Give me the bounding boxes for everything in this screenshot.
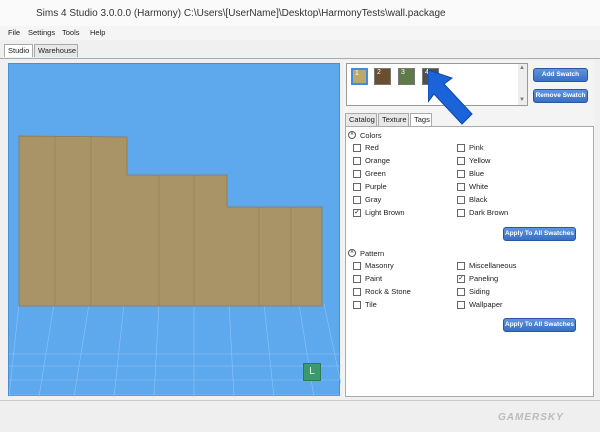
checkbox-pink[interactable] <box>457 144 465 152</box>
checkbox-rock-stone[interactable] <box>353 288 361 296</box>
checkbox-label: Masonry <box>365 261 394 270</box>
checkbox-label: Purple <box>365 182 387 191</box>
menu-bar: File Settings Tools Help <box>0 26 600 40</box>
checkbox-label: Wallpaper <box>469 300 503 309</box>
swatch-2[interactable]: 2 <box>374 68 391 85</box>
checkbox-label: Siding <box>469 287 490 296</box>
checkbox-siding[interactable] <box>457 288 465 296</box>
collapse-up-icon[interactable]: ˄ <box>348 131 356 139</box>
checkbox-label: Paneling <box>469 274 499 283</box>
pattern-section-title: Pattern <box>360 249 385 258</box>
checkbox-green[interactable] <box>353 170 361 178</box>
arrow-icon <box>427 69 473 125</box>
apply-to-all-swatches-button[interactable]: Apply To All Swatches <box>503 227 576 241</box>
menu-tools[interactable]: Tools <box>62 28 80 37</box>
checkbox-label: Pink <box>469 143 484 152</box>
apply-to-all-swatches-button-2[interactable]: Apply To All Swatches <box>503 318 576 332</box>
checkbox-purple[interactable] <box>353 183 361 191</box>
checkbox-label: Red <box>365 143 379 152</box>
checkbox-wallpaper[interactable] <box>457 301 465 309</box>
scroll-down-icon[interactable]: ▼ <box>519 97 525 103</box>
checkbox-miscellaneous[interactable] <box>457 262 465 270</box>
checkbox-label: Gray <box>365 195 382 204</box>
menu-help[interactable]: Help <box>90 28 105 37</box>
tab-texture[interactable]: Texture <box>378 113 409 126</box>
checkbox-blue[interactable] <box>457 170 465 178</box>
watermark: GAMERSKY <box>498 412 564 423</box>
collapse-up-icon[interactable]: ˄ <box>348 249 356 257</box>
tab-divider <box>0 58 600 59</box>
tab-warehouse[interactable]: Warehouse <box>34 44 78 57</box>
checkbox-label: Tile <box>365 300 377 309</box>
checkbox-label: Green <box>365 169 386 178</box>
checkbox-label: White <box>469 182 489 191</box>
checkbox-paint[interactable] <box>353 275 361 283</box>
checkbox-label: Orange <box>365 156 391 165</box>
main-tab-bar: Studio Warehouse <box>0 44 600 59</box>
checkbox-label: Paint <box>365 274 383 283</box>
tab-studio[interactable]: Studio <box>4 44 33 57</box>
checkbox-yellow[interactable] <box>457 157 465 165</box>
checkbox-paneling[interactable]: ✓ <box>457 275 465 283</box>
swatch-scrollbar[interactable]: ▲ ▼ <box>518 64 527 105</box>
colors-section-title: Colors <box>360 131 382 140</box>
swatch-3[interactable]: 3 <box>398 68 415 85</box>
wall-mesh <box>18 135 323 307</box>
checkbox-dark-brown[interactable] <box>457 209 465 217</box>
window-title: Sims 4 Studio 3.0.0.0 (Harmony) C:\Users… <box>36 8 446 19</box>
checkbox-masonry[interactable] <box>353 262 361 270</box>
add-swatch-button[interactable]: Add Swatch <box>533 68 588 82</box>
checkbox-black[interactable] <box>457 196 465 204</box>
checkbox-red[interactable] <box>353 144 361 152</box>
swatch-label: 2 <box>377 69 381 76</box>
title-bar: Sims 4 Studio 3.0.0.0 (Harmony) C:\Users… <box>0 0 600 26</box>
floor-grid <box>9 303 341 397</box>
menu-file[interactable]: File <box>8 28 20 37</box>
checkbox-label: Light Brown <box>365 208 405 217</box>
checkbox-white[interactable] <box>457 183 465 191</box>
checkbox-label: Blue <box>469 169 485 178</box>
checkbox-label: Dark Brown <box>469 208 509 217</box>
menu-settings[interactable]: Settings <box>28 28 55 37</box>
swatch-label: 1 <box>355 70 359 77</box>
swatch-1[interactable]: 1 <box>351 68 368 85</box>
remove-swatch-button[interactable]: Remove Swatch <box>533 89 588 103</box>
checkbox-light-brown[interactable]: ✓ <box>353 209 361 217</box>
checkbox-label: Black <box>469 195 488 204</box>
checkbox-label: Miscellaneous <box>469 261 517 270</box>
swatch-label: 3 <box>401 69 405 76</box>
scroll-up-icon[interactable]: ▲ <box>519 65 525 71</box>
viewport-scene <box>9 135 341 397</box>
checkbox-label: Rock & Stone <box>365 287 411 296</box>
checkbox-gray[interactable] <box>353 196 361 204</box>
arrow-annotation <box>427 69 474 128</box>
tab-tags[interactable]: Tags <box>410 113 432 126</box>
tab-catalog[interactable]: Catalog <box>345 113 377 126</box>
lod-badge[interactable]: L <box>303 363 321 381</box>
checkbox-label: Yellow <box>469 156 491 165</box>
checkbox-orange[interactable] <box>353 157 361 165</box>
checkbox-tile[interactable] <box>353 301 361 309</box>
3d-viewport[interactable] <box>8 63 341 397</box>
